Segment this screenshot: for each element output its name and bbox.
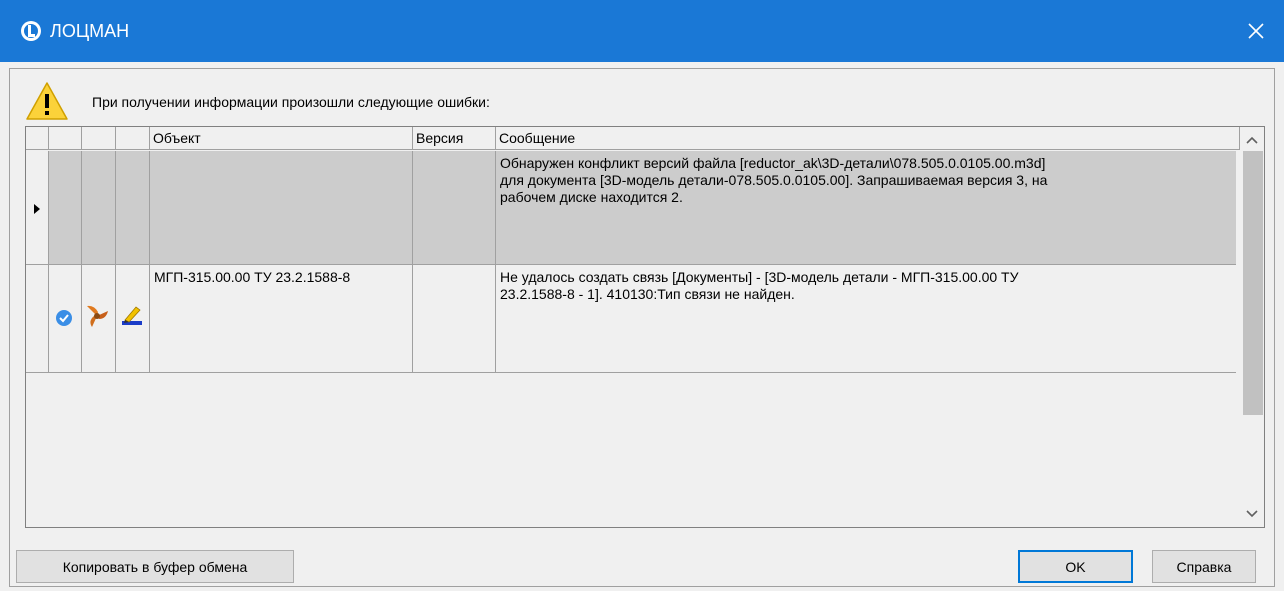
state-cell: [116, 151, 150, 264]
loцman-logo-icon: [21, 21, 41, 41]
scroll-up-button[interactable]: [1240, 129, 1264, 151]
message-line: 23.2.1588-8 - 1]. 410130:Тип связи не на…: [500, 286, 795, 302]
row-selector[interactable]: [26, 151, 49, 264]
close-icon: [1248, 23, 1264, 39]
row-selector[interactable]: [26, 265, 49, 372]
vertical-scrollbar[interactable]: [1240, 127, 1264, 527]
pencil-edit-icon: [122, 306, 142, 325]
scrollbar-thumb[interactable]: [1243, 151, 1263, 415]
header-col-type[interactable]: [82, 127, 116, 150]
grid-header: Объект Версия Сообщение: [26, 127, 1240, 151]
header-col-status[interactable]: [49, 127, 82, 150]
type-cell: [82, 151, 116, 264]
version-cell: [413, 151, 496, 264]
message-line: для документа [3D-модель детали-078.505.…: [500, 172, 1048, 188]
scroll-down-button[interactable]: [1240, 503, 1264, 525]
propeller-icon: [87, 305, 108, 327]
table-row[interactable]: МГП-315.00.00 ТУ 23.2.1588-8 Не удалось …: [26, 265, 1236, 373]
version-cell: [413, 265, 496, 372]
error-summary-text: При получении информации произошли следу…: [92, 94, 490, 110]
errors-grid[interactable]: Объект Версия Сообщение Обнаружен конфли…: [25, 126, 1265, 528]
status-cell: [49, 151, 82, 264]
close-button[interactable]: [1228, 0, 1284, 62]
header-col-message[interactable]: Сообщение: [496, 127, 1240, 150]
type-cell: [82, 265, 116, 372]
ok-button[interactable]: OK: [1018, 550, 1133, 583]
state-cell: [116, 265, 150, 372]
message-line: рабочем диске находится 2.: [500, 189, 683, 205]
message-cell: Обнаружен конфликт версий файла [reducto…: [496, 151, 1236, 264]
help-button[interactable]: Справка: [1152, 550, 1256, 583]
header-rowselector: [26, 127, 49, 150]
warning-icon: [26, 82, 68, 120]
chevron-up-icon: [1246, 136, 1258, 144]
table-row[interactable]: Обнаружен конфликт версий файла [reducto…: [26, 151, 1236, 265]
message-line: Обнаружен конфликт версий файла [reducto…: [500, 155, 1046, 171]
header-col-state[interactable]: [116, 127, 150, 150]
message-line: Не удалось создать связь [Документы] - […: [500, 269, 1019, 285]
window-title: ЛОЦМАН: [50, 21, 130, 41]
message-cell: Не удалось создать связь [Документы] - […: [496, 265, 1236, 372]
checkmark-icon: [56, 310, 72, 326]
current-row-arrow-icon: [34, 204, 40, 214]
object-cell: МГП-315.00.00 ТУ 23.2.1588-8: [150, 265, 413, 372]
header-col-object[interactable]: Объект: [150, 127, 413, 150]
object-cell: [150, 151, 413, 264]
header-col-version[interactable]: Версия: [413, 127, 496, 150]
copy-to-clipboard-button[interactable]: Копировать в буфер обмена: [16, 550, 294, 583]
chevron-down-icon: [1246, 510, 1258, 518]
status-cell: [49, 265, 82, 372]
title-bar: ЛОЦМАН: [0, 0, 1284, 62]
